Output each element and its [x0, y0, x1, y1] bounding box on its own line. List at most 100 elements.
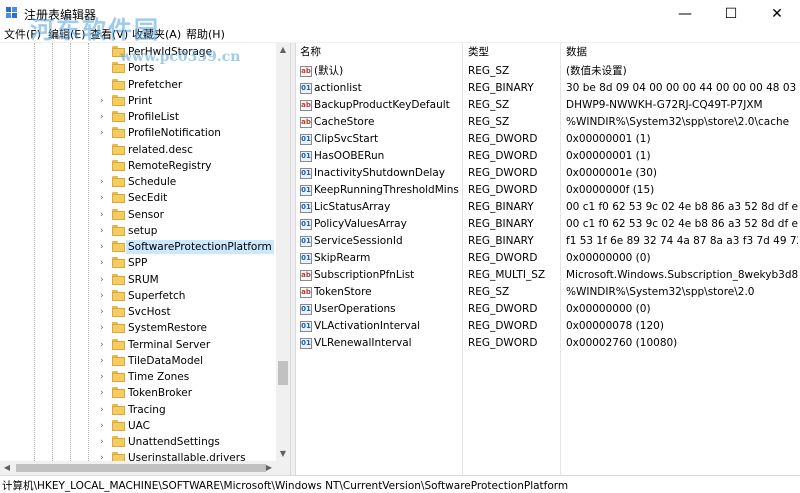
table-row[interactable]: 01 HasOOBERun REG_DWORD 0x00000001 (1) [296, 148, 800, 165]
scroll-right-icon[interactable]: ▶ [262, 461, 276, 475]
tree-item[interactable]: › Print [0, 93, 290, 109]
table-row[interactable]: ab CacheStore REG_SZ %WINDIR%\System32\spp\… [296, 114, 800, 131]
chevron-right-icon[interactable]: › [100, 372, 108, 382]
registry-tree[interactable]: PerHwIdStorage Ports Prefetcher › Print › Prof… [0, 43, 290, 461]
chevron-right-icon[interactable]: › [100, 275, 108, 285]
table-row[interactable]: 01 InactivityShutdownDelay REG_DWORD 0x0000… [296, 165, 800, 182]
chevron-right-icon[interactable]: › [100, 242, 108, 252]
chevron-right-icon[interactable]: › [100, 96, 108, 106]
tree-item[interactable]: › UAC [0, 418, 290, 434]
chevron-right-icon[interactable]: › [100, 405, 108, 415]
table-row[interactable]: 01 ClipSvcStart REG_DWORD 0x00000001 (1) [296, 131, 800, 148]
table-row[interactable]: ab BackupProductKeyDefault REG_SZ DHWP9-NWW… [296, 97, 800, 114]
scroll-thumb-horizontal[interactable] [16, 464, 266, 472]
column-header-name[interactable]: 名称 [300, 43, 321, 61]
tree-item[interactable]: › Terminal Server [0, 337, 290, 353]
chevron-right-icon[interactable]: › [100, 128, 108, 138]
column-header-type[interactable]: 类型 [468, 43, 489, 61]
menu-help[interactable]: 帮助(H) [186, 28, 225, 42]
tree-item[interactable]: › Time Zones [0, 369, 290, 385]
menu-favorites[interactable]: 收藏夹(A) [132, 28, 181, 42]
folder-icon [112, 452, 125, 461]
folder-icon [112, 419, 125, 431]
table-row[interactable]: 01 UserOperations REG_DWORD 0x00000000 (0) [296, 301, 800, 318]
table-row[interactable]: 01 SkipRearm REG_DWORD 0x00000000 (0) [296, 250, 800, 267]
cell-name: CacheStore [314, 116, 375, 128]
chevron-right-icon[interactable]: › [100, 210, 108, 220]
folder-icon [112, 436, 125, 447]
table-row[interactable]: 01 ServiceSessionId REG_BINARY f1 53 1f 6e … [296, 233, 800, 250]
scroll-up-icon[interactable]: ▲ [276, 43, 290, 57]
chevron-right-icon[interactable]: › [100, 112, 108, 122]
cell-data: 0x00000078 (120) [566, 320, 664, 332]
tree-item[interactable]: › Tracing [0, 402, 290, 418]
table-row[interactable]: 01 actionlist REG_BINARY 30 be 8d 09 04 00 … [296, 80, 800, 97]
cell-data: 0x00000000 (0) [566, 303, 651, 315]
tree-item[interactable]: RemoteRegistry [0, 158, 290, 174]
minimize-button[interactable]: — [662, 0, 708, 28]
tree-item[interactable]: › SystemRestore [0, 320, 290, 336]
tree-item[interactable]: Ports [0, 60, 290, 76]
cell-type: REG_SZ [468, 116, 510, 128]
tree-item[interactable]: › ProfileList [0, 109, 290, 125]
tree-item[interactable]: › SPP [0, 255, 290, 271]
tree-item[interactable]: › Sensor [0, 207, 290, 223]
values-list[interactable]: 名称 类型 数据 ab (默认) REG_SZ (数值未设置) 01 actionlist… [296, 43, 800, 475]
tree-item[interactable]: PerHwIdStorage [0, 44, 290, 60]
chevron-right-icon[interactable]: › [100, 258, 108, 268]
menu-view[interactable]: 查看(V) [90, 28, 128, 42]
chevron-right-icon[interactable]: › [100, 437, 108, 447]
table-row[interactable]: 01 LicStatusArray REG_BINARY 00 c1 f0 62 53… [296, 199, 800, 216]
cell-type: REG_DWORD [468, 133, 538, 145]
tree-item[interactable]: › Userinstallable.drivers [0, 450, 290, 461]
chevron-right-icon[interactable]: › [100, 323, 108, 333]
table-row[interactable]: 01 PolicyValuesArray REG_BINARY 00 c1 f0 62… [296, 216, 800, 233]
maximize-button[interactable]: ☐ [708, 0, 754, 28]
table-row[interactable]: ab SubscriptionPfnList REG_MULTI_SZ Microso… [296, 267, 800, 284]
tree-item-label: related.desc [128, 143, 193, 156]
tree-item[interactable]: › Schedule [0, 174, 290, 190]
table-row[interactable]: 01 VLActivationInterval REG_DWORD 0x0000007… [296, 318, 800, 335]
chevron-right-icon[interactable]: › [100, 226, 108, 236]
tree-item[interactable]: related.desc [0, 142, 290, 158]
menu-file[interactable]: 文件(F) [4, 28, 41, 42]
tree-vertical-scrollbar[interactable]: ▲ ▼ [276, 43, 290, 461]
table-row[interactable]: ab TokenStore REG_SZ %WINDIR%\System32\spp\… [296, 284, 800, 301]
chevron-right-icon[interactable]: › [100, 453, 108, 461]
chevron-right-icon[interactable]: › [100, 307, 108, 317]
tree-item[interactable]: Prefetcher [0, 77, 290, 93]
scroll-thumb[interactable] [278, 361, 288, 385]
table-row[interactable]: ab (默认) REG_SZ (数值未设置) [296, 63, 800, 80]
cell-name: ServiceSessionId [314, 235, 403, 247]
chevron-right-icon[interactable]: › [100, 421, 108, 431]
tree-item[interactable]: › SvcHost [0, 304, 290, 320]
chevron-right-icon[interactable]: › [100, 388, 108, 398]
tree-item[interactable]: › UnattendSettings [0, 434, 290, 450]
chevron-right-icon[interactable]: › [100, 340, 108, 350]
scroll-left-icon[interactable]: ◀ [0, 461, 14, 475]
tree-item[interactable]: › SoftwareProtectionPlatform [0, 239, 290, 255]
chevron-right-icon[interactable]: › [100, 193, 108, 203]
cell-type: REG_DWORD [468, 184, 538, 196]
chevron-right-icon[interactable]: › [100, 291, 108, 301]
close-button[interactable]: ✕ [754, 0, 800, 28]
tree-item[interactable]: › ProfileNotification [0, 125, 290, 141]
tree-item[interactable]: › setup [0, 223, 290, 239]
chevron-right-icon[interactable]: › [100, 356, 108, 366]
cell-name: PolicyValuesArray [314, 218, 407, 230]
tree-item[interactable]: › SRUM [0, 272, 290, 288]
tree-horizontal-scrollbar[interactable]: ◀ ▶ [0, 461, 290, 475]
table-row[interactable]: 01 VLRenewalInterval REG_DWORD 0x00002760 (… [296, 335, 800, 352]
column-header-data[interactable]: 数据 [566, 43, 587, 61]
table-row[interactable]: 01 KeepRunningThresholdMins REG_DWORD 0x000… [296, 182, 800, 199]
tree-item[interactable]: › SecEdit [0, 190, 290, 206]
folder-icon [112, 354, 125, 366]
chevron-right-icon[interactable]: › [100, 177, 108, 187]
tree-item[interactable]: › TileDataModel [0, 353, 290, 369]
folder-icon [112, 338, 125, 350]
scroll-down-icon[interactable]: ▼ [276, 447, 290, 461]
tree-item[interactable]: › TokenBroker [0, 385, 290, 401]
tree-item[interactable]: › Superfetch [0, 288, 290, 304]
menu-edit[interactable]: 编辑(E) [48, 28, 86, 42]
cell-data: (数值未设置) [566, 65, 627, 77]
